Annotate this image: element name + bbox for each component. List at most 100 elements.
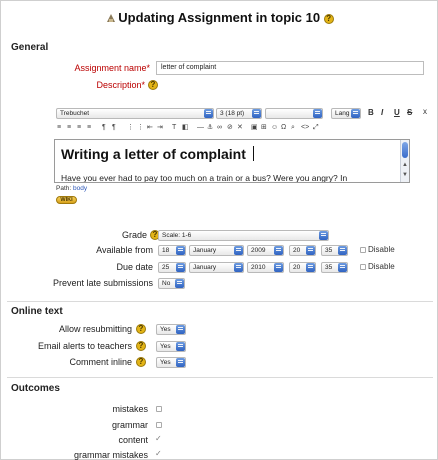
available-minute-select[interactable]: 35 [321, 245, 348, 256]
outcome-label-grammar-mistakes: grammar mistakes [73, 450, 148, 460]
section-general: General [11, 42, 49, 53]
chevron-down-icon [306, 246, 315, 255]
indent-icon[interactable]: ⇥ [157, 124, 163, 132]
outcome-label-mistakes: mistakes [112, 404, 148, 414]
available-from-label: Available from [96, 245, 153, 255]
section-outcomes: Outcomes [11, 383, 60, 394]
assignment-name-input[interactable]: letter of complaint [156, 61, 424, 75]
unordered-list-icon[interactable]: ⋮ [137, 124, 144, 132]
available-disable-checkbox[interactable] [360, 247, 366, 253]
image-icon[interactable]: ▣ [251, 124, 258, 132]
language-select[interactable]: Lang [331, 108, 361, 119]
chevron-down-icon [176, 325, 185, 334]
description-help-icon[interactable]: ? [148, 80, 158, 90]
description-editor[interactable]: Writing a letter of complaint Have you e… [54, 139, 410, 183]
smiley-icon[interactable]: ☺ [271, 124, 278, 132]
due-minute-select[interactable]: 35 [321, 262, 348, 273]
available-month-select[interactable]: January [189, 245, 244, 256]
available-day-select[interactable]: 18 [158, 245, 186, 256]
page-title: Updating Assignment in topic 10 ? [1, 10, 438, 25]
wiki-help-badge[interactable]: WIKI [56, 196, 77, 204]
editor-scrollbar[interactable]: ▲ ▼ [400, 140, 409, 182]
anchor-icon[interactable]: ⚓ [207, 124, 213, 132]
outcome-checkbox-mistakes[interactable] [156, 406, 162, 412]
comment-inline-select[interactable]: Yes [156, 357, 186, 368]
nolink-icon[interactable]: ✕ [237, 124, 243, 132]
email-alerts-select[interactable]: Yes [156, 341, 186, 352]
chevron-down-icon [176, 358, 185, 367]
assignment-name-label: Assignment name* [74, 63, 150, 73]
available-year-select[interactable]: 2009 [247, 245, 284, 256]
font-size-select[interactable]: 3 (18 pt) [216, 108, 262, 119]
scroll-down-icon[interactable]: ▼ [402, 172, 408, 178]
outcome-label-grammar: grammar [111, 420, 148, 430]
section-online-text: Online text [11, 306, 63, 317]
table-icon[interactable]: ⊞ [261, 124, 267, 132]
background-color-icon[interactable]: ◧ [182, 124, 189, 132]
grade-label: Grade [121, 230, 147, 240]
chevron-down-icon [176, 263, 185, 272]
due-disable-label: Disable [368, 262, 395, 271]
editor-paragraph: Have you ever had to pay too much on a t… [61, 173, 348, 183]
chevron-down-icon [252, 109, 261, 118]
scrollbar-thumb[interactable] [402, 142, 408, 158]
due-month-select[interactable]: January [189, 262, 244, 273]
chevron-down-icon [176, 246, 185, 255]
unlink-icon[interactable]: ⊘ [227, 124, 233, 132]
due-disable-checkbox[interactable] [360, 264, 366, 270]
grade-select[interactable]: Scale: 1-6 [158, 230, 329, 241]
assignment-icon [106, 11, 116, 22]
editor-path: Path: body [56, 185, 88, 192]
outcome-checkbox-grammar-mistakes[interactable]: ✓ [155, 450, 162, 458]
ordered-list-icon[interactable]: ⋮ [127, 124, 134, 132]
chevron-down-icon [234, 263, 243, 272]
strike-button[interactable]: S [407, 108, 412, 117]
font-family-select[interactable]: Trebuchet [56, 108, 214, 119]
align-center-icon[interactable]: ≡ [67, 124, 71, 132]
chevron-down-icon [319, 231, 328, 240]
due-hour-select[interactable]: 20 [289, 262, 316, 273]
block-format-select[interactable] [265, 108, 323, 119]
subscript-icon[interactable]: x [423, 107, 427, 116]
outcome-checkbox-grammar[interactable] [156, 422, 162, 428]
search-icon[interactable]: ⌕ [291, 124, 295, 132]
chevron-down-icon [313, 109, 322, 118]
horizontal-rule-icon[interactable]: — [197, 124, 204, 132]
justify-icon[interactable]: ≡ [87, 124, 91, 132]
chevron-down-icon [274, 263, 283, 272]
chevron-down-icon [204, 109, 213, 118]
outdent-icon[interactable]: ⇤ [147, 124, 153, 132]
description-label: Description* [96, 80, 145, 90]
email-alerts-help-icon[interactable]: ? [136, 341, 146, 351]
text-color-icon[interactable]: T [172, 124, 176, 132]
chevron-down-icon [176, 342, 185, 351]
prevent-late-select[interactable]: No [158, 278, 185, 289]
divider [7, 377, 433, 378]
help-icon[interactable]: ? [323, 13, 334, 24]
editor-toolbar-row: ≡ ≡ ≡ ≡ ¶ ¶ ⋮ ⋮ ⇤ ⇥ T ◧ — ⚓ ∞ ⊘ ✕ ▣ ⊞ ☺ … [55, 122, 415, 135]
allow-resubmitting-help-icon[interactable]: ? [136, 324, 146, 334]
bold-button[interactable]: B [368, 108, 374, 117]
link-icon[interactable]: ∞ [217, 124, 222, 132]
outcome-checkbox-content[interactable]: ✓ [155, 435, 162, 443]
special-char-icon[interactable]: Ω [281, 124, 286, 132]
due-day-select[interactable]: 25 [158, 262, 186, 273]
comment-inline-help-icon[interactable]: ? [136, 357, 146, 367]
rtl-icon[interactable]: ¶ [112, 124, 116, 132]
due-date-label: Due date [116, 262, 153, 272]
allow-resubmitting-select[interactable]: Yes [156, 324, 186, 335]
chevron-down-icon [306, 263, 315, 272]
scroll-up-icon[interactable]: ▲ [402, 162, 408, 168]
html-source-icon[interactable]: <> [301, 124, 309, 132]
italic-button[interactable]: I [381, 108, 383, 117]
outcome-label-content: content [118, 435, 148, 445]
prevent-late-label: Prevent late submissions [52, 278, 153, 288]
ltr-icon[interactable]: ¶ [102, 124, 106, 132]
available-hour-select[interactable]: 20 [289, 245, 316, 256]
align-right-icon[interactable]: ≡ [77, 124, 81, 132]
allow-resubmitting-label: Allow resubmitting [58, 324, 132, 334]
align-left-icon[interactable]: ≡ [57, 124, 61, 132]
fullscreen-icon[interactable]: ⤢ [313, 124, 319, 132]
due-year-select[interactable]: 2010 [247, 262, 284, 273]
underline-button[interactable]: U [394, 108, 400, 117]
